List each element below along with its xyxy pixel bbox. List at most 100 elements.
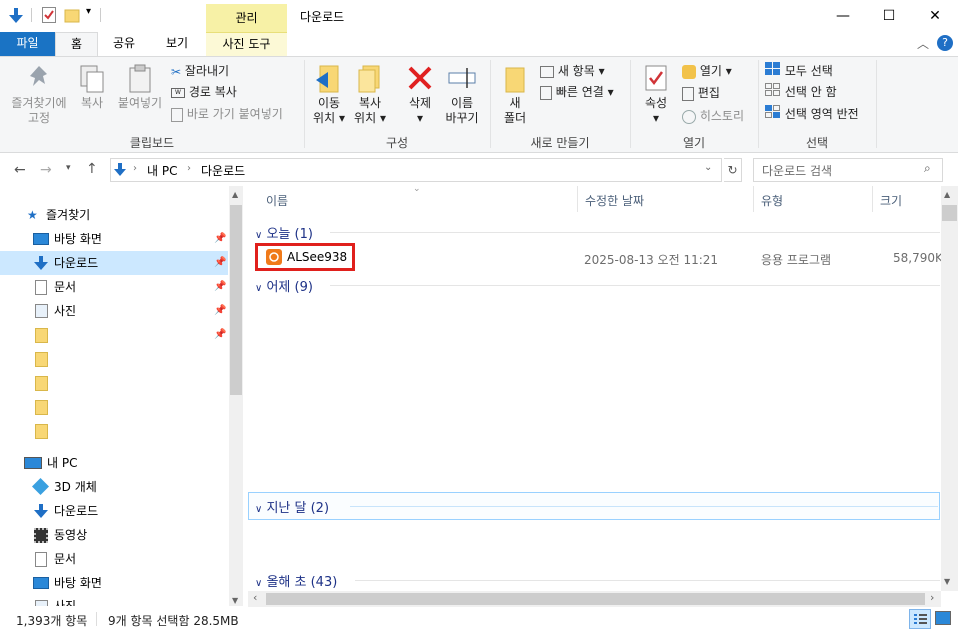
list-hscroll-thumb[interactable]: [266, 593, 925, 605]
column-divider[interactable]: [872, 186, 873, 212]
list-vertical-scrollbar[interactable]: [941, 186, 958, 591]
scroll-down-icon[interactable]: ▼: [232, 596, 238, 605]
scroll-right-icon[interactable]: ›: [930, 591, 934, 604]
nav-item-folder[interactable]: [0, 371, 228, 395]
new-folder-button[interactable]: 새 폴더: [498, 64, 532, 126]
nav-item-pc-desktop[interactable]: 바탕 화면: [0, 571, 228, 595]
search-input[interactable]: 다운로드 검색: [762, 162, 832, 179]
column-header-type[interactable]: 유형: [761, 192, 783, 208]
invert-selection-button[interactable]: 선택 영역 반전: [765, 104, 859, 124]
tab-share[interactable]: 공유: [98, 32, 150, 56]
cut-button[interactable]: ✂ 잘라내기: [171, 61, 229, 81]
delete-button[interactable]: 삭제 ▾: [402, 64, 438, 126]
nav-item-downloads[interactable]: 다운로드 📌: [0, 251, 228, 275]
nav-item-folder[interactable]: [0, 395, 228, 419]
nav-item-quick-access[interactable]: ★ 즐겨찾기: [0, 203, 228, 227]
customize-qa-icon[interactable]: ▾: [86, 6, 91, 17]
group-header-yesterday[interactable]: ∨ 어제 (9): [255, 276, 313, 295]
scroll-up-icon[interactable]: ▲: [944, 190, 950, 199]
nav-item-folder[interactable]: [0, 347, 228, 371]
pin-to-quick-access-button[interactable]: 즐겨찾기에 고정: [4, 64, 74, 126]
tab-view[interactable]: 보기: [150, 32, 204, 56]
maximize-button[interactable]: ☐: [866, 0, 912, 32]
nav-item-videos[interactable]: 동영상: [0, 523, 228, 547]
move-to-button[interactable]: 이동 위치 ▾: [310, 64, 348, 126]
invert-selection-icon: [765, 104, 781, 125]
pin-icon[interactable]: 📌: [214, 227, 226, 251]
column-header-size[interactable]: 크기: [880, 192, 902, 208]
paste-shortcut-button[interactable]: 바로 가기 붙여넣기: [171, 104, 283, 124]
list-scroll-thumb[interactable]: [942, 205, 957, 221]
address-bar[interactable]: › 내 PC › 다운로드: [110, 158, 722, 182]
film-icon: [34, 528, 48, 543]
recent-locations-icon[interactable]: ▾: [66, 163, 71, 173]
nav-item-desktop[interactable]: 바탕 화면 📌: [0, 227, 228, 251]
back-arrow-icon[interactable]: ←: [14, 162, 26, 178]
search-icon[interactable]: ⌕: [924, 161, 931, 176]
close-button[interactable]: ✕: [912, 0, 958, 32]
nav-item-documents[interactable]: 문서 📌: [0, 275, 228, 299]
column-divider[interactable]: [753, 186, 754, 212]
nav-item-this-pc[interactable]: 내 PC: [0, 451, 228, 475]
easy-access-button[interactable]: 빠른 연결 ▾: [540, 82, 614, 102]
rename-button[interactable]: 이름 바꾸기: [440, 64, 484, 126]
nav-item-pc-pictures[interactable]: 사진: [0, 595, 228, 606]
scroll-left-icon[interactable]: ‹: [253, 591, 257, 604]
group-header-today[interactable]: ∨ 오늘 (1): [255, 223, 313, 242]
copy-path-button[interactable]: W 경로 복사: [171, 82, 237, 102]
paste-button[interactable]: 붙여넣기: [114, 64, 166, 111]
scroll-down-icon[interactable]: ▼: [944, 577, 950, 586]
new-folder-icon[interactable]: [64, 7, 80, 23]
minimize-button[interactable]: —: [820, 0, 866, 32]
history-button[interactable]: 히스토리: [682, 106, 744, 126]
down-arrow-icon[interactable]: [8, 7, 24, 23]
search-box[interactable]: 다운로드 검색 ⌕: [753, 158, 943, 182]
tab-app-tools[interactable]: 사진 도구: [206, 32, 287, 56]
column-divider[interactable]: [577, 186, 578, 212]
copy-to-button[interactable]: 복사 위치 ▾: [350, 64, 390, 126]
nav-item-3d-objects[interactable]: 3D 개체: [0, 475, 228, 499]
copy-to-label-2: 위치 ▾: [354, 111, 386, 125]
scroll-up-icon[interactable]: ▲: [232, 190, 238, 199]
nav-item-pc-documents[interactable]: 문서: [0, 547, 228, 571]
open-group-label: 열기: [682, 136, 706, 150]
select-all-button[interactable]: 모두 선택: [765, 61, 833, 81]
nav-item-pictures[interactable]: 사진 📌: [0, 299, 228, 323]
properties-icon[interactable]: [42, 7, 58, 23]
tab-home[interactable]: 홈: [55, 32, 98, 56]
forward-arrow-icon[interactable]: →: [40, 162, 52, 178]
help-icon[interactable]: ?: [937, 35, 953, 51]
column-header-date[interactable]: 수정한 날짜: [585, 192, 644, 208]
breadcrumb-this-pc[interactable]: 내 PC: [147, 162, 177, 179]
nav-scroll-thumb[interactable]: [230, 205, 242, 395]
nav-item-pc-downloads[interactable]: 다운로드: [0, 499, 228, 523]
pin-icon[interactable]: 📌: [214, 299, 226, 323]
rename-label-2: 바꾸기: [445, 111, 479, 125]
pin-icon[interactable]: 📌: [214, 275, 226, 299]
document-icon: [35, 280, 47, 295]
address-history-dropdown-icon[interactable]: ⌄: [704, 162, 712, 173]
nav-item-folder[interactable]: [0, 419, 228, 443]
details-view-icon[interactable]: [909, 609, 931, 629]
large-icons-view-icon[interactable]: [935, 611, 951, 625]
select-none-button[interactable]: 선택 안 함: [765, 82, 837, 102]
breadcrumb-downloads[interactable]: 다운로드: [201, 162, 245, 179]
open-button[interactable]: 열기 ▾: [682, 61, 732, 81]
file-name[interactable]: ALSee938: [287, 250, 347, 264]
pin-icon[interactable]: 📌: [214, 323, 226, 347]
group-header-early-year[interactable]: ∨ 올해 초 (43): [255, 571, 337, 590]
properties-button[interactable]: 속성 ▾: [636, 64, 676, 126]
copy-button[interactable]: 복사: [74, 64, 110, 111]
tab-file[interactable]: 파일: [0, 32, 55, 56]
column-header-name[interactable]: 이름: [266, 192, 288, 208]
pin-label-2: 고정: [27, 111, 51, 125]
pin-icon[interactable]: 📌: [214, 251, 226, 275]
group-header-last-month[interactable]: ∨ 지난 달 (2): [255, 497, 329, 516]
up-arrow-icon[interactable]: ↑: [86, 161, 98, 177]
new-item-button[interactable]: 새 항목 ▾: [540, 61, 605, 81]
file-date: 2025-08-13 오전 11:21: [584, 253, 719, 267]
refresh-icon[interactable]: ↻: [724, 158, 742, 182]
nav-item-folder[interactable]: 📌: [0, 323, 228, 347]
collapse-ribbon-icon[interactable]: ︿: [917, 35, 929, 52]
edit-button[interactable]: 편집: [682, 83, 720, 103]
